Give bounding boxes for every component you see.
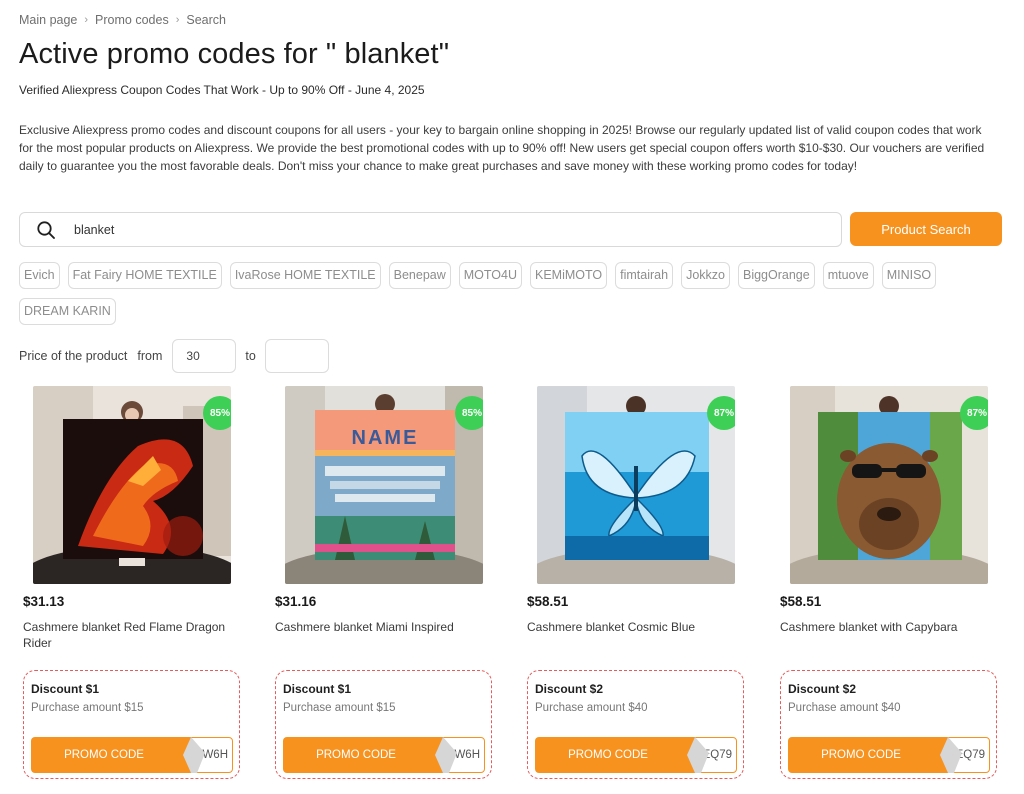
product-price: $31.13 — [23, 594, 65, 609]
tag-fimtairah[interactable]: fimtairah — [615, 262, 674, 289]
product-name[interactable]: Cashmere blanket Cosmic Blue — [527, 619, 751, 635]
chevron-right-icon: › — [84, 14, 89, 26]
product-name[interactable]: Cashmere blanket with Capybara — [780, 619, 1004, 635]
product-image-blue-butterfly[interactable]: 87% — [537, 386, 735, 584]
tag-dream-karin[interactable]: DREAM KARIN — [19, 298, 116, 325]
product-name[interactable]: Cashmere blanket Red Flame Dragon Rider — [23, 619, 247, 651]
price-to-input[interactable] — [264, 339, 329, 373]
tag-biggorange[interactable]: BiggOrange — [737, 262, 815, 289]
corner-fold-icon — [435, 737, 457, 773]
discount-percent-badge: 85% — [455, 396, 483, 430]
promo-code-button[interactable]: PROMO CODE — [283, 737, 443, 773]
breadcrumb-main-page[interactable]: Main page — [19, 13, 77, 27]
coupon-box: Discount $1 Purchase amount $15 YHW6H PR… — [23, 670, 240, 779]
price-filter-label: Price of the product — [19, 349, 128, 363]
discount-percent-badge: 85% — [203, 396, 231, 430]
coupon-purchase-amount: Purchase amount $15 — [283, 702, 396, 714]
product-image-miami-name[interactable]: NAME 85% — [285, 386, 483, 584]
search-input[interactable] — [74, 222, 774, 237]
coupon-purchase-amount: Purchase amount $15 — [31, 702, 144, 714]
corner-fold-icon — [940, 737, 962, 773]
promo-code-button[interactable]: PROMO CODE — [31, 737, 191, 773]
promo-code-control[interactable]: YHW6H PROMO CODE — [283, 737, 485, 773]
chevron-right-icon: › — [175, 14, 180, 26]
corner-fold-icon — [687, 737, 709, 773]
breadcrumb-search: Search — [186, 13, 226, 27]
price-from-label: from — [137, 349, 163, 363]
coupon-discount: Discount $1 — [283, 682, 352, 696]
product-image-red-dragon[interactable]: 85% — [33, 386, 231, 584]
svg-text:NAME: NAME — [352, 427, 419, 449]
promo-code-button[interactable]: PROMO CODE — [788, 737, 948, 773]
discount-percent-badge: 87% — [960, 396, 988, 430]
promo-code-control[interactable]: YHW6H PROMO CODE — [31, 737, 233, 773]
tag-moto4u[interactable]: MOTO4U — [458, 262, 522, 289]
coupon-discount: Discount $1 — [31, 682, 100, 696]
price-to-label: to — [245, 349, 256, 363]
tag-jokkzo[interactable]: Jokkzo — [681, 262, 730, 289]
tag-kemimoto[interactable]: KEMiMOTO — [530, 262, 608, 289]
breadcrumb-promo-codes[interactable]: Promo codes — [95, 13, 169, 27]
tag-evich[interactable]: Evich — [19, 262, 60, 289]
promo-code-button[interactable]: PROMO CODE — [535, 737, 695, 773]
tag-mtuove[interactable]: mtuove — [822, 262, 874, 289]
coupon-purchase-amount: Purchase amount $40 — [788, 702, 901, 714]
search-icon[interactable] — [20, 220, 72, 240]
price-filter: Price of the product from to — [19, 339, 329, 373]
corner-fold-icon — [183, 737, 205, 773]
product-search-button[interactable]: Product Search — [850, 212, 1002, 246]
tag-fat-fairy[interactable]: Fat Fairy HOME TEXTILE — [67, 262, 222, 289]
breadcrumb: Main page › Promo codes › Search — [19, 13, 226, 27]
discount-percent-badge: 87% — [707, 396, 735, 430]
tag-ivarose[interactable]: IvaRose HOME TEXTILE — [229, 262, 381, 289]
price-from-input[interactable] — [172, 339, 237, 373]
coupon-box: Discount $2 Purchase amount $40 QEQ79 PR… — [527, 670, 744, 779]
product-image-capybara[interactable]: 87% — [790, 386, 988, 584]
tag-miniso[interactable]: MINISO — [881, 262, 937, 289]
coupon-discount: Discount $2 — [535, 682, 604, 696]
product-price: $58.51 — [780, 594, 822, 609]
product-price: $31.16 — [275, 594, 317, 609]
promo-code-control[interactable]: QEQ79 PROMO CODE — [535, 737, 737, 773]
page-subtitle: Verified Aliexpress Coupon Codes That Wo… — [19, 83, 425, 97]
search-bar — [19, 212, 842, 247]
brand-tags: Evich Fat Fairy HOME TEXTILE IvaRose HOM… — [19, 262, 994, 325]
promo-code-control[interactable]: QEQ79 PROMO CODE — [788, 737, 990, 773]
tag-benepaw[interactable]: Benepaw — [388, 262, 451, 289]
product-price: $58.51 — [527, 594, 569, 609]
page-title: Active promo codes for " blanket" — [19, 38, 450, 70]
coupon-box: Discount $1 Purchase amount $15 YHW6H PR… — [275, 670, 492, 779]
product-name[interactable]: Cashmere blanket Miami Inspired — [275, 619, 499, 635]
coupon-discount: Discount $2 — [788, 682, 857, 696]
coupon-purchase-amount: Purchase amount $40 — [535, 702, 648, 714]
intro-text: Exclusive Aliexpress promo codes and dis… — [19, 123, 985, 173]
coupon-box: Discount $2 Purchase amount $40 QEQ79 PR… — [780, 670, 997, 779]
